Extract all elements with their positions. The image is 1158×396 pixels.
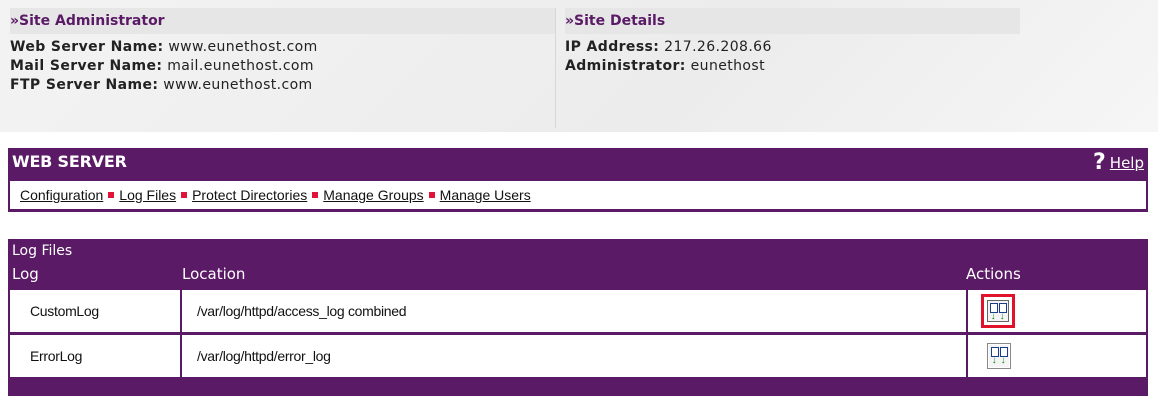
info-value: mail.eunethost.com: [167, 58, 314, 74]
download-logs-button[interactable]: ↓ ↓: [981, 294, 1015, 328]
nav-separator: [108, 192, 115, 198]
info-label: Administrator:: [565, 58, 686, 74]
web-server-title: WEB SERVER: [12, 152, 127, 171]
info-label: FTP Server Name:: [10, 77, 159, 93]
info-value: www.eunethost.com: [168, 39, 318, 55]
nav-manage-users[interactable]: Manage Users: [440, 187, 531, 203]
help-label[interactable]: Help: [1110, 154, 1144, 172]
column-header-actions: Actions: [966, 265, 1021, 283]
column-header-log: Log: [12, 265, 39, 283]
site-info-panel: »Site Administrator Web Server Name: www…: [0, 0, 1158, 132]
ip-address-row: IP Address: 217.26.208.66: [565, 38, 1020, 57]
table-header: Log Location Actions: [8, 263, 1148, 287]
help-icon[interactable]: ?: [1093, 150, 1106, 176]
site-details-section: »Site Details IP Address: 217.26.208.66 …: [565, 8, 1020, 128]
nav-separator: [312, 192, 319, 198]
site-details-heading: »Site Details: [565, 8, 1020, 34]
log-location: /var/log/httpd/access_log combined: [180, 290, 966, 332]
nav-manage-groups[interactable]: Manage Groups: [323, 187, 423, 203]
info-label: IP Address:: [565, 39, 660, 55]
nav-log-files[interactable]: Log Files: [119, 187, 176, 203]
log-location: /var/log/httpd/error_log: [180, 335, 966, 377]
info-label: Web Server Name:: [10, 39, 164, 55]
web-server-name-row: Web Server Name: www.eunethost.com: [10, 38, 555, 57]
info-value: eunethost: [690, 58, 765, 74]
nav-configuration[interactable]: Configuration: [20, 187, 103, 203]
actions-cell: ↓ ↓: [966, 335, 1146, 377]
site-administrator-heading: »Site Administrator: [10, 8, 555, 34]
log-files-title: Log Files: [12, 243, 73, 259]
web-server-nav: Configuration Log Files Protect Director…: [10, 181, 1146, 209]
info-label: Mail Server Name:: [10, 58, 163, 74]
administrator-row: Administrator: eunethost: [565, 57, 1020, 76]
log-name: CustomLog: [30, 303, 99, 319]
download-logs-button[interactable]: ↓ ↓: [987, 343, 1011, 369]
web-server-panel: WEB SERVER ? Help Configuration Log File…: [8, 148, 1148, 212]
nav-separator: [181, 192, 188, 198]
log-files-table: Log Files Log Location Actions CustomLog…: [8, 239, 1148, 396]
nav-protect-directories[interactable]: Protect Directories: [192, 187, 307, 203]
column-header-location: Location: [182, 265, 246, 283]
log-name: ErrorLog: [30, 348, 83, 364]
site-administrator-section: »Site Administrator Web Server Name: www…: [10, 8, 556, 128]
info-value: 217.26.208.66: [664, 39, 772, 55]
help-link[interactable]: ? Help: [1093, 150, 1144, 176]
table-row: CustomLog /var/log/httpd/access_log comb…: [10, 290, 1146, 332]
download-logs-icon: ↓ ↓: [989, 345, 1009, 367]
mail-server-name-row: Mail Server Name: mail.eunethost.com: [10, 57, 555, 76]
table-row: ErrorLog /var/log/httpd/error_log ↓ ↓: [10, 335, 1146, 377]
ftp-server-name-row: FTP Server Name: www.eunethost.com: [10, 76, 555, 95]
nav-separator: [428, 192, 435, 198]
info-value: www.eunethost.com: [163, 77, 313, 93]
actions-cell: ↓ ↓: [966, 290, 1146, 332]
download-logs-icon: ↓ ↓: [987, 300, 1009, 322]
